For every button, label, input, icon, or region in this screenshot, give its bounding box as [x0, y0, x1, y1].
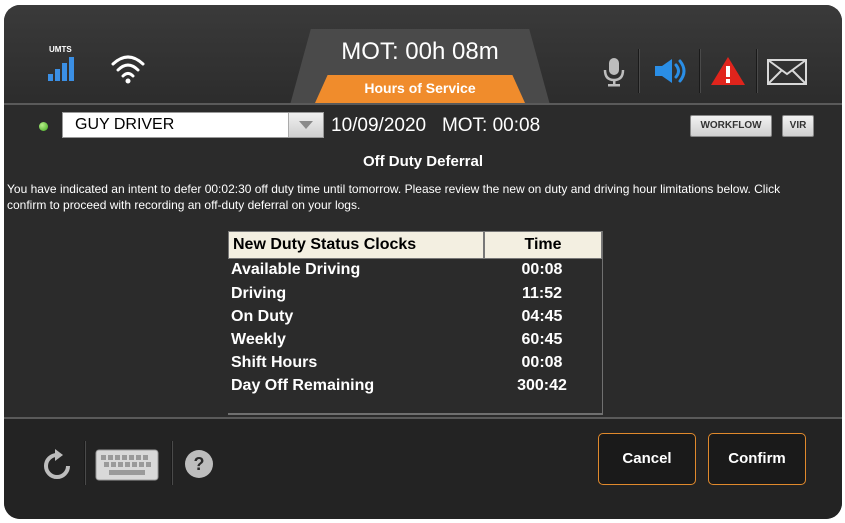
table-header-time: Time — [484, 231, 602, 259]
divider — [4, 103, 842, 105]
keyboard-icon[interactable] — [95, 449, 159, 481]
row-value: 11:52 — [521, 285, 563, 302]
table-row: Shift Hours 00:08 — [228, 354, 602, 376]
date-text: 10/09/2020 — [331, 115, 427, 136]
refresh-icon[interactable] — [40, 449, 74, 483]
table-row: Driving 11:52 — [228, 285, 602, 307]
network-type-label: UMTS — [49, 45, 72, 54]
row-label: Driving — [231, 285, 287, 302]
mail-icon[interactable] — [767, 59, 807, 85]
signal-icon[interactable] — [48, 57, 74, 81]
driver-name: GUY DRIVER — [75, 116, 175, 133]
hours-of-service-label: Hours of Service — [364, 80, 476, 96]
svg-text:?: ? — [194, 454, 205, 474]
chevron-down-icon — [299, 121, 313, 129]
date-mot-readout: 10/09/2020 MOT: 00:08 — [331, 115, 540, 137]
table-row: Day Off Remaining 300:42 — [228, 377, 602, 399]
driver-select[interactable]: GUY DRIVER — [62, 112, 324, 138]
vir-button[interactable]: VIR — [782, 115, 814, 137]
row-label: Weekly — [231, 331, 286, 348]
divider — [84, 441, 86, 485]
row-value: 04:45 — [521, 308, 563, 325]
microphone-icon[interactable] — [602, 56, 626, 88]
row-value: 00:08 — [521, 354, 563, 371]
description-text: You have indicated an intent to defer 00… — [7, 182, 781, 212]
wifi-icon[interactable] — [110, 52, 146, 84]
row-label: Shift Hours — [231, 354, 318, 371]
row-value: 300:42 — [517, 377, 567, 394]
row-value: 00:08 — [521, 261, 563, 278]
confirm-button[interactable]: Confirm — [708, 433, 806, 485]
row-label: Available Driving — [231, 261, 361, 278]
help-icon[interactable]: ? — [184, 449, 214, 479]
row-label: Day Off Remaining — [231, 377, 375, 394]
divider — [756, 49, 758, 93]
status-indicator — [39, 122, 48, 131]
warning-icon[interactable] — [710, 55, 746, 87]
row-label: On Duty — [231, 308, 294, 325]
table-row: Weekly 60:45 — [228, 331, 602, 353]
table-row: Available Driving 00:08 — [228, 261, 602, 283]
table-row: On Duty 04:45 — [228, 308, 602, 330]
divider — [699, 49, 701, 93]
top-bar: UMTS MOT: 00h 08m Hours of Service — [4, 5, 842, 105]
mot-title: MOT: 00h 08m — [341, 38, 499, 65]
duty-clocks-table: New Duty Status Clocks Time Available Dr… — [228, 231, 603, 415]
device-screen: UMTS MOT: 00h 08m Hours of Service GUY D… — [4, 5, 842, 519]
speaker-icon[interactable] — [654, 57, 690, 85]
mot-text: MOT: 00:08 — [441, 115, 541, 136]
divider — [171, 441, 173, 485]
row-value: 60:45 — [521, 331, 563, 348]
page-title: Off Duty Deferral — [362, 153, 484, 170]
dropdown-button[interactable] — [288, 113, 323, 137]
divider — [638, 49, 640, 93]
cancel-button[interactable]: Cancel — [598, 433, 696, 485]
workflow-button[interactable]: WORKFLOW — [690, 115, 772, 137]
table-header-clock: New Duty Status Clocks — [228, 231, 484, 259]
